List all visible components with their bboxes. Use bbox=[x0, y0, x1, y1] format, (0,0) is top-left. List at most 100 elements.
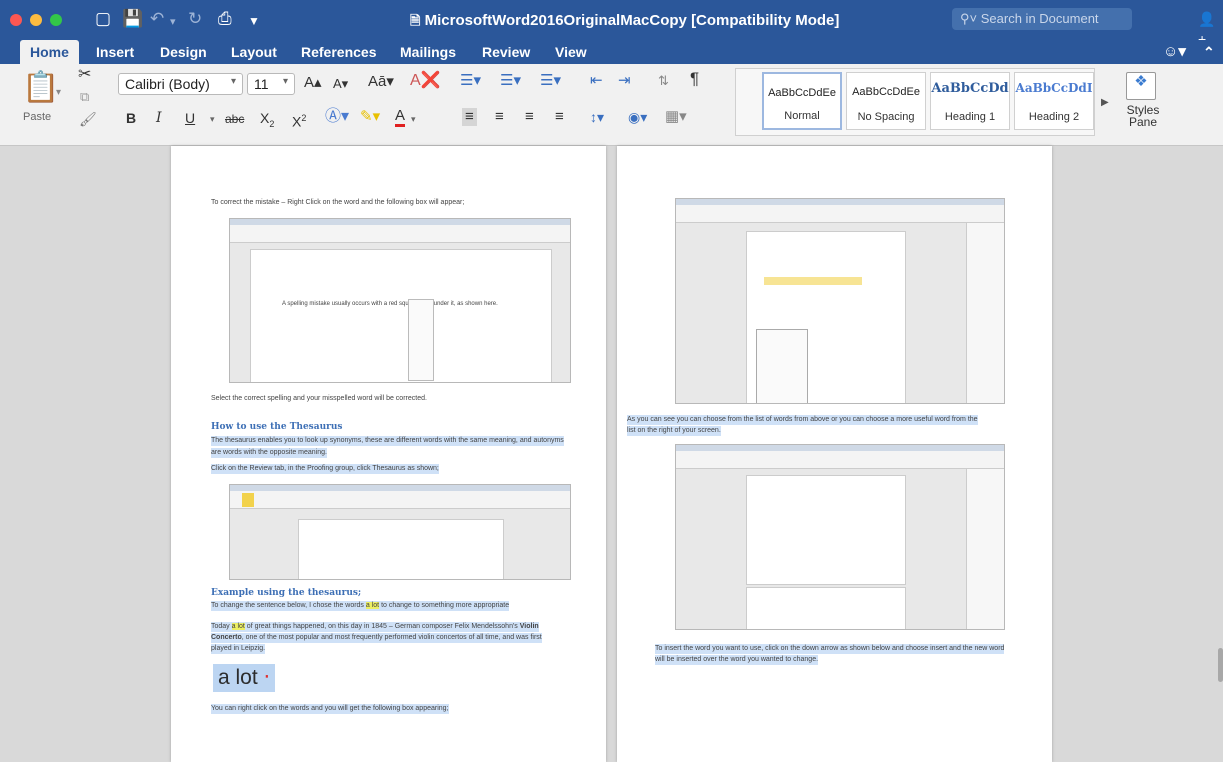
paste-dropdown-icon[interactable]: ▾ bbox=[56, 84, 61, 102]
tab-references[interactable]: References bbox=[301, 40, 377, 64]
italic-button[interactable]: I bbox=[156, 109, 162, 127]
justify-button[interactable]: ≡ bbox=[555, 108, 564, 126]
chevron-down-icon: ▾ bbox=[282, 76, 288, 87]
tab-mailings[interactable]: Mailings bbox=[400, 40, 456, 64]
tab-home[interactable]: Home bbox=[20, 40, 79, 64]
choose-word-text-line1: As you can see you can choose from the l… bbox=[627, 415, 978, 425]
subscript-button[interactable]: X2 bbox=[260, 109, 274, 133]
font-color-dropdown-icon[interactable]: ▾ bbox=[411, 110, 416, 128]
paste-label: Paste bbox=[23, 111, 52, 123]
borders-icon[interactable]: ▦▾ bbox=[665, 108, 687, 126]
example-sentence-line1: Today a lot of great things happened, on… bbox=[211, 622, 539, 632]
change-case-icon[interactable]: Aā▾ bbox=[368, 73, 394, 91]
screenshot-insert-word bbox=[675, 444, 1005, 630]
sidebar-toggle-icon[interactable]: ▢ bbox=[95, 9, 111, 29]
text-fragment: of great things happened, on this day in… bbox=[244, 623, 520, 630]
tab-review[interactable]: Review bbox=[482, 40, 530, 64]
right-click-instruction: You can right click on the words and you… bbox=[211, 704, 449, 714]
after-screenshot-text: Select the correct spelling and your mis… bbox=[211, 395, 427, 402]
highlight-color-icon[interactable]: ✎▾ bbox=[360, 108, 380, 126]
shading-icon[interactable]: ◉▾ bbox=[628, 108, 647, 126]
sort-icon[interactable]: ⇅ bbox=[658, 72, 669, 90]
page-2[interactable]: As you can see you can choose from the l… bbox=[617, 146, 1052, 762]
red-squiggle-image: ‧ bbox=[257, 666, 271, 689]
review-tab-instruction: Click on the Review tab, in the Proofing… bbox=[211, 464, 439, 474]
style-name: Normal bbox=[784, 110, 820, 122]
style-no-spacing[interactable]: AaBbCcDdEe No Spacing bbox=[846, 72, 926, 130]
align-right-button[interactable]: ≡ bbox=[525, 108, 534, 126]
style-heading-1[interactable]: AaBbCcDd Heading 1 bbox=[930, 72, 1010, 130]
heading-thesaurus: How to use the Thesaurus bbox=[211, 422, 343, 432]
style-sample: AaBbCcDdEe bbox=[768, 87, 836, 99]
thesaurus-paragraph-line1: The thesaurus enables you to look up syn… bbox=[211, 436, 564, 446]
redo-icon[interactable]: ↻ bbox=[188, 9, 202, 29]
highlighted-word: a lot bbox=[231, 623, 245, 630]
minimize-window-button[interactable] bbox=[30, 14, 42, 26]
style-heading-2[interactable]: AaBbCcDdI Heading 2 bbox=[1014, 72, 1094, 130]
styles-pane-icon[interactable]: ❖ bbox=[1126, 72, 1156, 100]
font-name-value: Calibri (Body) bbox=[125, 76, 210, 92]
style-sample: AaBbCcDd bbox=[931, 81, 1009, 96]
paste-icon[interactable]: 📋 bbox=[22, 72, 59, 104]
align-center-button[interactable]: ≡ bbox=[495, 108, 504, 126]
font-name-dropdown[interactable]: Calibri (Body) ▾ bbox=[118, 73, 243, 95]
thesaurus-result-highlight bbox=[764, 277, 862, 285]
style-name: No Spacing bbox=[857, 111, 915, 123]
style-name: Heading 2 bbox=[1028, 111, 1080, 123]
heading-example: Example using the thesaurus; bbox=[211, 588, 362, 598]
thesaurus-highlight-image bbox=[242, 493, 254, 507]
document-icon: 🗎 bbox=[410, 13, 421, 28]
cut-icon[interactable]: ✂ bbox=[78, 66, 91, 84]
bullets-icon[interactable]: ☰▾ bbox=[460, 72, 481, 90]
format-painter-icon[interactable]: 🖌 bbox=[79, 110, 97, 128]
collapse-ribbon-icon[interactable]: ⌃ bbox=[1203, 40, 1215, 64]
shrink-font-icon[interactable]: A▾ bbox=[333, 75, 348, 93]
undo-icon[interactable]: ↶ bbox=[150, 9, 164, 29]
search-document-input[interactable]: ⚲˅ Search in Document bbox=[952, 8, 1132, 30]
print-icon[interactable]: ⎙ bbox=[218, 9, 232, 29]
vertical-scrollbar-thumb[interactable] bbox=[1218, 648, 1223, 682]
ribbon: 📋 ▾ Paste ✂ ⧉ 🖌 Calibri (Body) ▾ 11 ▾ A▴… bbox=[0, 64, 1223, 146]
text-fragment: to change to something more appropriate bbox=[379, 602, 510, 609]
multilevel-list-icon[interactable]: ☰▾ bbox=[540, 72, 561, 90]
tab-layout[interactable]: Layout bbox=[231, 40, 277, 64]
copy-icon[interactable]: ⧉ bbox=[80, 88, 89, 106]
grow-font-icon[interactable]: A▴ bbox=[304, 74, 322, 92]
text-effects-icon[interactable]: Ⓐ▾ bbox=[325, 108, 349, 126]
screenshot-thesaurus-pane bbox=[675, 198, 1005, 404]
underline-button[interactable]: U bbox=[185, 109, 195, 127]
decrease-indent-icon[interactable]: ⇤ bbox=[590, 72, 603, 90]
tab-design[interactable]: Design bbox=[160, 40, 207, 64]
styles-pane-label[interactable]: Styles Pane bbox=[1126, 104, 1160, 128]
font-color-icon[interactable]: A bbox=[395, 108, 406, 127]
document-area: To correct the mistake – Right Click on … bbox=[0, 146, 1223, 762]
insert-word-text-line2: will be inserted over the word you wante… bbox=[655, 655, 819, 665]
example-instruction: To change the sentence below, I chose th… bbox=[211, 601, 510, 611]
close-window-button[interactable] bbox=[10, 14, 22, 26]
save-icon[interactable]: 💾 bbox=[122, 9, 143, 29]
superscript-button[interactable]: X2 bbox=[292, 109, 306, 131]
line-spacing-icon[interactable]: ↕▾ bbox=[590, 108, 604, 126]
align-left-button[interactable]: ≡ bbox=[462, 108, 477, 126]
bold-button[interactable]: B bbox=[126, 109, 136, 127]
style-normal[interactable]: AaBbCcDdEe Normal bbox=[762, 72, 842, 130]
zoom-window-button[interactable] bbox=[50, 14, 62, 26]
numbering-icon[interactable]: ☰▾ bbox=[500, 72, 521, 90]
undo-dropdown-icon[interactable]: ▾ bbox=[170, 12, 176, 32]
clear-formatting-icon[interactable]: A❌ bbox=[410, 72, 441, 90]
tab-view[interactable]: View bbox=[555, 40, 587, 64]
smiley-feedback-icon[interactable]: ☺▾ bbox=[1163, 40, 1186, 64]
show-formatting-marks-icon[interactable]: ¶ bbox=[690, 70, 699, 88]
style-sample: AaBbCcDdEe bbox=[852, 86, 920, 98]
screenshot-spelling: A spelling mistake usually occurs with a… bbox=[229, 218, 571, 383]
tab-insert[interactable]: Insert bbox=[96, 40, 134, 64]
strikethrough-button[interactable]: abc bbox=[225, 110, 244, 128]
font-size-dropdown[interactable]: 11 ▾ bbox=[247, 73, 295, 95]
page-1[interactable]: To correct the mistake – Right Click on … bbox=[171, 146, 606, 762]
customize-toolbar-icon[interactable]: ▼ bbox=[248, 11, 260, 31]
underline-dropdown-icon[interactable]: ▾ bbox=[210, 110, 215, 128]
styles-more-icon[interactable]: ▶ bbox=[1101, 94, 1109, 112]
increase-indent-icon[interactable]: ⇥ bbox=[618, 72, 631, 90]
insert-word-text-line1: To insert the word you want to use, clic… bbox=[655, 644, 1005, 654]
thesaurus-paragraph-line2: are words with the opposite meaning. bbox=[211, 448, 327, 458]
